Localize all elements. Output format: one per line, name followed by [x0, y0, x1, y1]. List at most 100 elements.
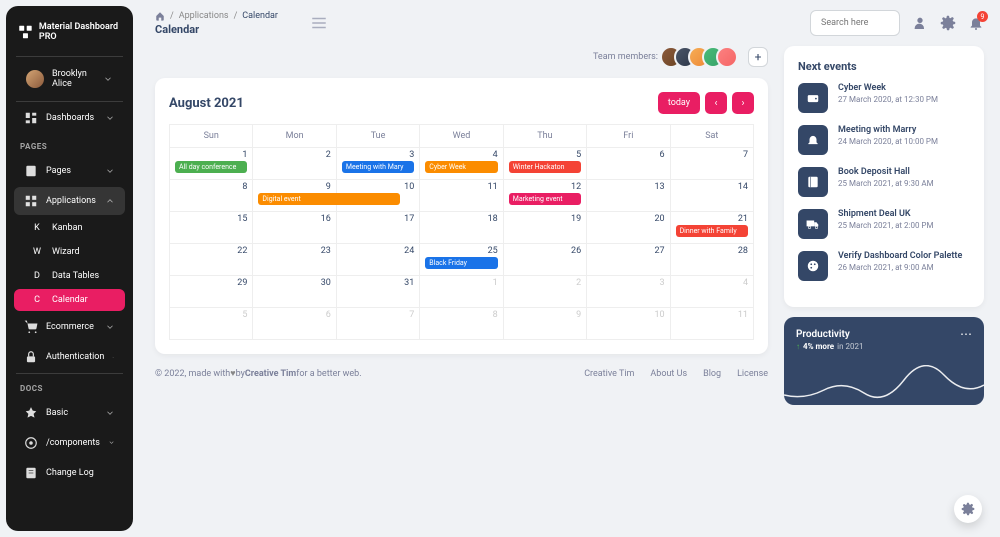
calendar-cell[interactable]: 9 — [504, 308, 587, 340]
calendar-cell[interactable]: 24 — [337, 244, 420, 276]
footer-link[interactable]: About Us — [650, 369, 687, 379]
search-input[interactable] — [810, 10, 900, 36]
prev-button[interactable]: ‹ — [705, 92, 727, 114]
gear-icon — [961, 502, 975, 516]
today-button[interactable]: today — [658, 92, 700, 114]
calendar-cell[interactable]: 2 — [253, 148, 336, 180]
calendar-cell[interactable]: 16 — [253, 212, 336, 244]
calendar-cell[interactable]: 20 — [587, 212, 670, 244]
event-item[interactable]: Book Deposit Hall 25 March 2021, at 9:30… — [798, 167, 970, 197]
sidebar-item-applications[interactable]: Applications — [14, 187, 125, 215]
calendar-cell[interactable]: 23 — [253, 244, 336, 276]
event-title: Meeting with Marry — [838, 125, 938, 135]
calendar-event[interactable]: Digital event — [258, 193, 399, 205]
calendar-cell[interactable]: 11 — [671, 308, 754, 340]
account-icon[interactable] — [912, 15, 928, 31]
calendar-event[interactable]: Cyber Week — [425, 161, 497, 173]
calendar-cell[interactable]: 19 — [504, 212, 587, 244]
calendar-day-header: Fri — [587, 125, 670, 148]
calendar-cell[interactable]: 2 — [504, 276, 587, 308]
calendar-event[interactable]: Winter Hackaton — [509, 161, 581, 173]
calendar-cell[interactable]: 7 — [671, 148, 754, 180]
calendar-cell[interactable]: 13 — [587, 180, 670, 212]
event-item[interactable]: Meeting with Marry 24 March 2020, at 10:… — [798, 125, 970, 155]
calendar-cell[interactable]: 18 — [420, 212, 503, 244]
sidebar-item-basic[interactable]: Basic — [14, 399, 125, 427]
calendar-cell[interactable]: 11 — [420, 180, 503, 212]
user-row[interactable]: Brooklyn Alice — [14, 61, 125, 97]
sidebar-item-ecommerce[interactable]: Ecommerce — [14, 313, 125, 341]
calendar-cell[interactable]: 17 — [337, 212, 420, 244]
divider — [16, 101, 123, 102]
calendar-cell[interactable]: 25Black Friday — [420, 244, 503, 276]
calendar-event[interactable]: Black Friday — [425, 257, 497, 269]
sidebar-item-changelog[interactable]: Change Log — [14, 459, 125, 487]
calendar-cell[interactable]: 3 — [587, 276, 670, 308]
settings-fab[interactable] — [954, 495, 982, 523]
components-icon — [24, 436, 38, 450]
footer-link[interactable]: License — [737, 369, 768, 379]
sidebar-item-dashboards[interactable]: Dashboards — [14, 104, 125, 132]
calendar-cell[interactable]: 21Dinner with Family — [671, 212, 754, 244]
calendar-event[interactable]: Marketing event — [509, 193, 581, 205]
calendar-cell[interactable]: 3Meeting with Mary — [337, 148, 420, 180]
calendar-cell[interactable]: 14 — [671, 180, 754, 212]
brand[interactable]: Material Dashboard PRO — [6, 16, 133, 54]
sidebar-sub-datatables[interactable]: DData Tables — [14, 265, 125, 287]
calendar-cell[interactable]: 7 — [337, 308, 420, 340]
add-member-button[interactable]: + — [748, 47, 768, 67]
more-icon[interactable]: ⋯ — [960, 327, 972, 341]
calendar-event[interactable]: Dinner with Family — [676, 225, 748, 237]
footer-link[interactable]: Blog — [703, 369, 721, 379]
calendar-cell[interactable]: 4Cyber Week — [420, 148, 503, 180]
calendar-day-header: Mon — [253, 125, 336, 148]
next-button[interactable]: › — [732, 92, 754, 114]
sidebar-sub-wizard[interactable]: WWizard — [14, 241, 125, 263]
footer-author[interactable]: Creative Tim — [245, 369, 296, 379]
calendar-event[interactable]: Meeting with Mary — [342, 161, 414, 173]
event-item[interactable]: Shipment Deal UK 25 March 2021, at 2:00 … — [798, 209, 970, 239]
notifications-icon[interactable]: 9 — [968, 15, 984, 31]
calendar-cell[interactable]: 30 — [253, 276, 336, 308]
menu-icon[interactable] — [310, 14, 328, 32]
gear-icon[interactable] — [940, 15, 956, 31]
sidebar-item-pages[interactable]: Pages — [14, 157, 125, 185]
calendar-cell[interactable]: 31 — [337, 276, 420, 308]
chevron-down-icon — [105, 166, 115, 176]
calendar-cell[interactable]: 27 — [587, 244, 670, 276]
sidebar-item-components[interactable]: /components — [14, 429, 125, 457]
calendar-cell[interactable]: 1All day conference — [170, 148, 253, 180]
calendar-cell[interactable]: 8 — [420, 308, 503, 340]
event-date: 25 March 2021, at 2:00 PM — [838, 221, 933, 230]
team-row: Team members: + — [155, 46, 768, 68]
productivity-title: Productivity — [796, 329, 972, 340]
calendar-cell[interactable]: 9Digital event — [253, 180, 336, 212]
calendar-cell[interactable]: 6 — [253, 308, 336, 340]
calendar-cell[interactable]: 10 — [587, 308, 670, 340]
calendar-cell[interactable]: 22 — [170, 244, 253, 276]
calendar-cell[interactable]: 29 — [170, 276, 253, 308]
calendar-cell[interactable]: 8 — [170, 180, 253, 212]
user-name: Brooklyn Alice — [52, 69, 95, 89]
footer-link[interactable]: Creative Tim — [584, 369, 634, 379]
avatar[interactable] — [716, 46, 738, 68]
sidebar-sub-calendar[interactable]: CCalendar — [14, 289, 125, 311]
event-item[interactable]: Cyber Week 27 March 2020, at 12:30 PM — [798, 83, 970, 113]
calendar-cell[interactable]: 28 — [671, 244, 754, 276]
sidebar-item-authentication[interactable]: Authentication — [14, 343, 125, 371]
calendar-cell[interactable]: 4 — [671, 276, 754, 308]
page-title: Calendar — [155, 23, 278, 36]
sidebar-sub-kanban[interactable]: KKanban — [14, 217, 125, 239]
calendar-cell[interactable]: 5Winter Hackaton — [504, 148, 587, 180]
calendar-day-header: Sun — [170, 125, 253, 148]
calendar-cell[interactable]: 12Marketing event — [504, 180, 587, 212]
calendar-cell[interactable]: 5 — [170, 308, 253, 340]
calendar-cell[interactable]: 15 — [170, 212, 253, 244]
home-icon[interactable] — [155, 11, 165, 21]
event-item[interactable]: Verify Dashboard Color Palette 26 March … — [798, 251, 970, 281]
calendar-cell[interactable]: 26 — [504, 244, 587, 276]
calendar-cell[interactable]: 6 — [587, 148, 670, 180]
calendar-cell[interactable]: 1 — [420, 276, 503, 308]
breadcrumb-applications[interactable]: Applications — [179, 11, 229, 21]
calendar-event[interactable]: All day conference — [175, 161, 247, 173]
